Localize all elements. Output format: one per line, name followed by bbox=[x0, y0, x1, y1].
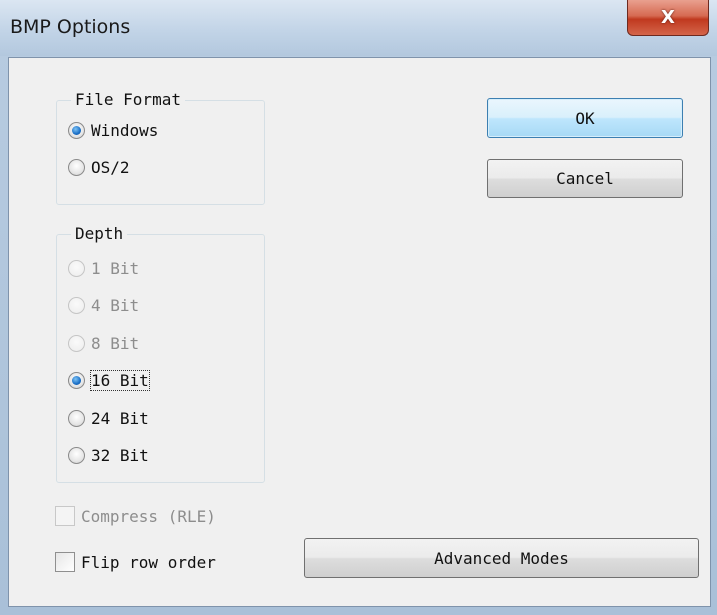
radio-4-bit-indicator[interactable] bbox=[68, 297, 85, 314]
radio-8-bit-label: 8 Bit bbox=[91, 334, 140, 353]
compress-rle-label: Compress (RLE) bbox=[81, 506, 216, 526]
radio-windows-indicator[interactable] bbox=[68, 122, 85, 139]
radio-os2[interactable]: OS/2 bbox=[68, 158, 130, 177]
radio-16-bit-label: 16 Bit bbox=[90, 370, 150, 391]
radio-32-bit-indicator[interactable] bbox=[68, 447, 85, 464]
bmp-options-dialog: BMP Options X File Format Windows OS/2 D… bbox=[0, 0, 717, 615]
file-format-group-title: File Format bbox=[71, 90, 185, 109]
flip-row-order-checkbox-box[interactable] bbox=[55, 552, 75, 572]
cancel-button[interactable]: Cancel bbox=[487, 159, 683, 198]
ok-button[interactable]: OK bbox=[487, 98, 683, 138]
radio-32-bit-label: 32 Bit bbox=[91, 446, 149, 465]
radio-24-bit[interactable]: 24 Bit bbox=[68, 409, 149, 428]
radio-os2-label: OS/2 bbox=[91, 158, 130, 177]
radio-1-bit-indicator[interactable] bbox=[68, 260, 85, 277]
radio-1-bit-label: 1 Bit bbox=[91, 259, 140, 278]
radio-24-bit-label: 24 Bit bbox=[91, 409, 149, 428]
file-format-group: File Format Windows OS/2 bbox=[56, 90, 265, 205]
compress-rle-checkbox[interactable]: Compress (RLE) bbox=[55, 506, 216, 526]
dialog-body: File Format Windows OS/2 Depth 1 Bit 4 B… bbox=[8, 57, 711, 607]
window-title: BMP Options bbox=[10, 16, 131, 38]
radio-32-bit[interactable]: 32 Bit bbox=[68, 446, 149, 465]
radio-4-bit-label: 4 Bit bbox=[91, 296, 140, 315]
radio-16-bit-indicator[interactable] bbox=[68, 372, 85, 389]
close-icon: X bbox=[661, 7, 675, 28]
ok-button-label: OK bbox=[575, 108, 595, 128]
depth-group-title: Depth bbox=[71, 224, 128, 243]
radio-4-bit[interactable]: 4 Bit bbox=[68, 296, 139, 315]
cancel-button-label: Cancel bbox=[556, 169, 614, 188]
radio-8-bit[interactable]: 8 Bit bbox=[68, 334, 139, 353]
close-button[interactable]: X bbox=[627, 0, 709, 36]
radio-24-bit-indicator[interactable] bbox=[68, 410, 85, 427]
radio-windows[interactable]: Windows bbox=[68, 121, 158, 140]
title-bar[interactable]: BMP Options X bbox=[0, 0, 717, 56]
radio-windows-label: Windows bbox=[91, 121, 159, 140]
radio-os2-indicator[interactable] bbox=[68, 159, 85, 176]
depth-group: Depth 1 Bit 4 Bit 8 Bit 16 Bit 24 Bit 32… bbox=[56, 224, 265, 483]
advanced-modes-button-label: Advanced Modes bbox=[434, 548, 569, 568]
compress-rle-checkbox-box[interactable] bbox=[55, 506, 75, 526]
radio-8-bit-indicator[interactable] bbox=[68, 335, 85, 352]
radio-1-bit[interactable]: 1 Bit bbox=[68, 259, 139, 278]
flip-row-order-label: Flip row order bbox=[81, 552, 216, 572]
advanced-modes-button[interactable]: Advanced Modes bbox=[304, 538, 699, 578]
radio-16-bit[interactable]: 16 Bit bbox=[68, 370, 150, 391]
flip-row-order-checkbox[interactable]: Flip row order bbox=[55, 552, 216, 572]
